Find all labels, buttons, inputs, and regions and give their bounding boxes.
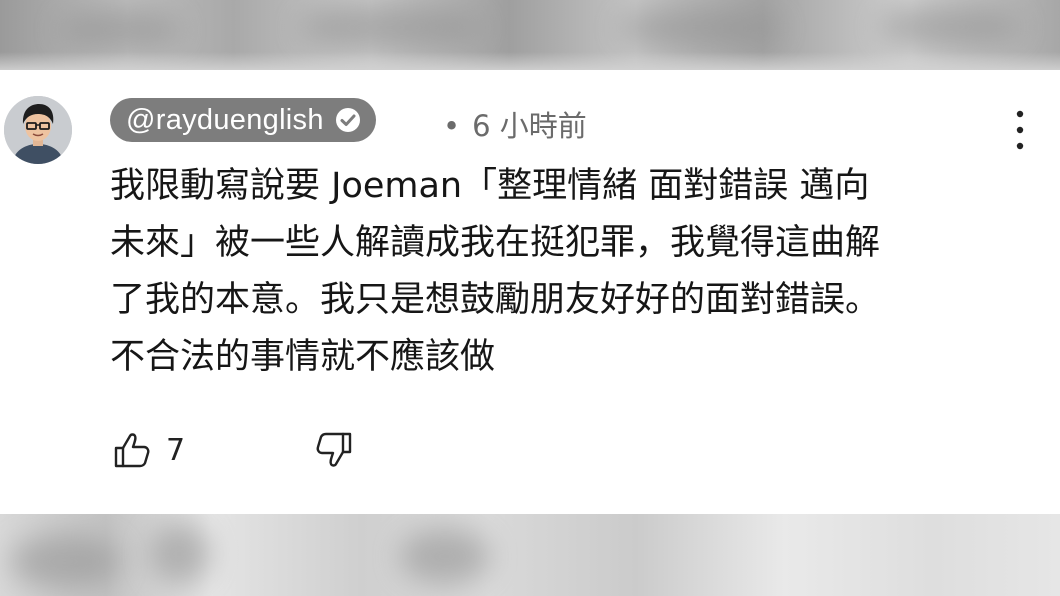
comment-timestamp[interactable]: 6 小時前 bbox=[472, 109, 587, 143]
thumbs-down-icon[interactable] bbox=[314, 430, 354, 470]
username: @rayduenglish bbox=[126, 103, 324, 136]
username-pill[interactable]: @rayduenglish bbox=[110, 98, 376, 142]
comment-text: 我限動寫說要 Joeman「整理情緒 面對錯誤 邁向 未來」被一些人解讀成我在挺… bbox=[110, 166, 881, 377]
blurred-previous-content bbox=[0, 0, 1060, 70]
avatar[interactable] bbox=[4, 96, 72, 164]
thumbs-up-icon[interactable] bbox=[112, 430, 152, 470]
comment-card: @rayduenglish • 6 小時前 我限動寫說要 Joeman「整理情緒 … bbox=[0, 70, 1060, 514]
blurred-next-content bbox=[0, 514, 1060, 596]
avatar-image bbox=[4, 96, 72, 164]
more-vertical-icon[interactable] bbox=[1010, 106, 1030, 154]
comment-actions: 7 bbox=[112, 428, 354, 472]
meta-separator: • bbox=[443, 109, 461, 143]
like-count: 7 bbox=[166, 432, 186, 468]
verified-check-icon bbox=[335, 108, 360, 132]
comment-meta: • 6 小時前 bbox=[443, 103, 587, 145]
